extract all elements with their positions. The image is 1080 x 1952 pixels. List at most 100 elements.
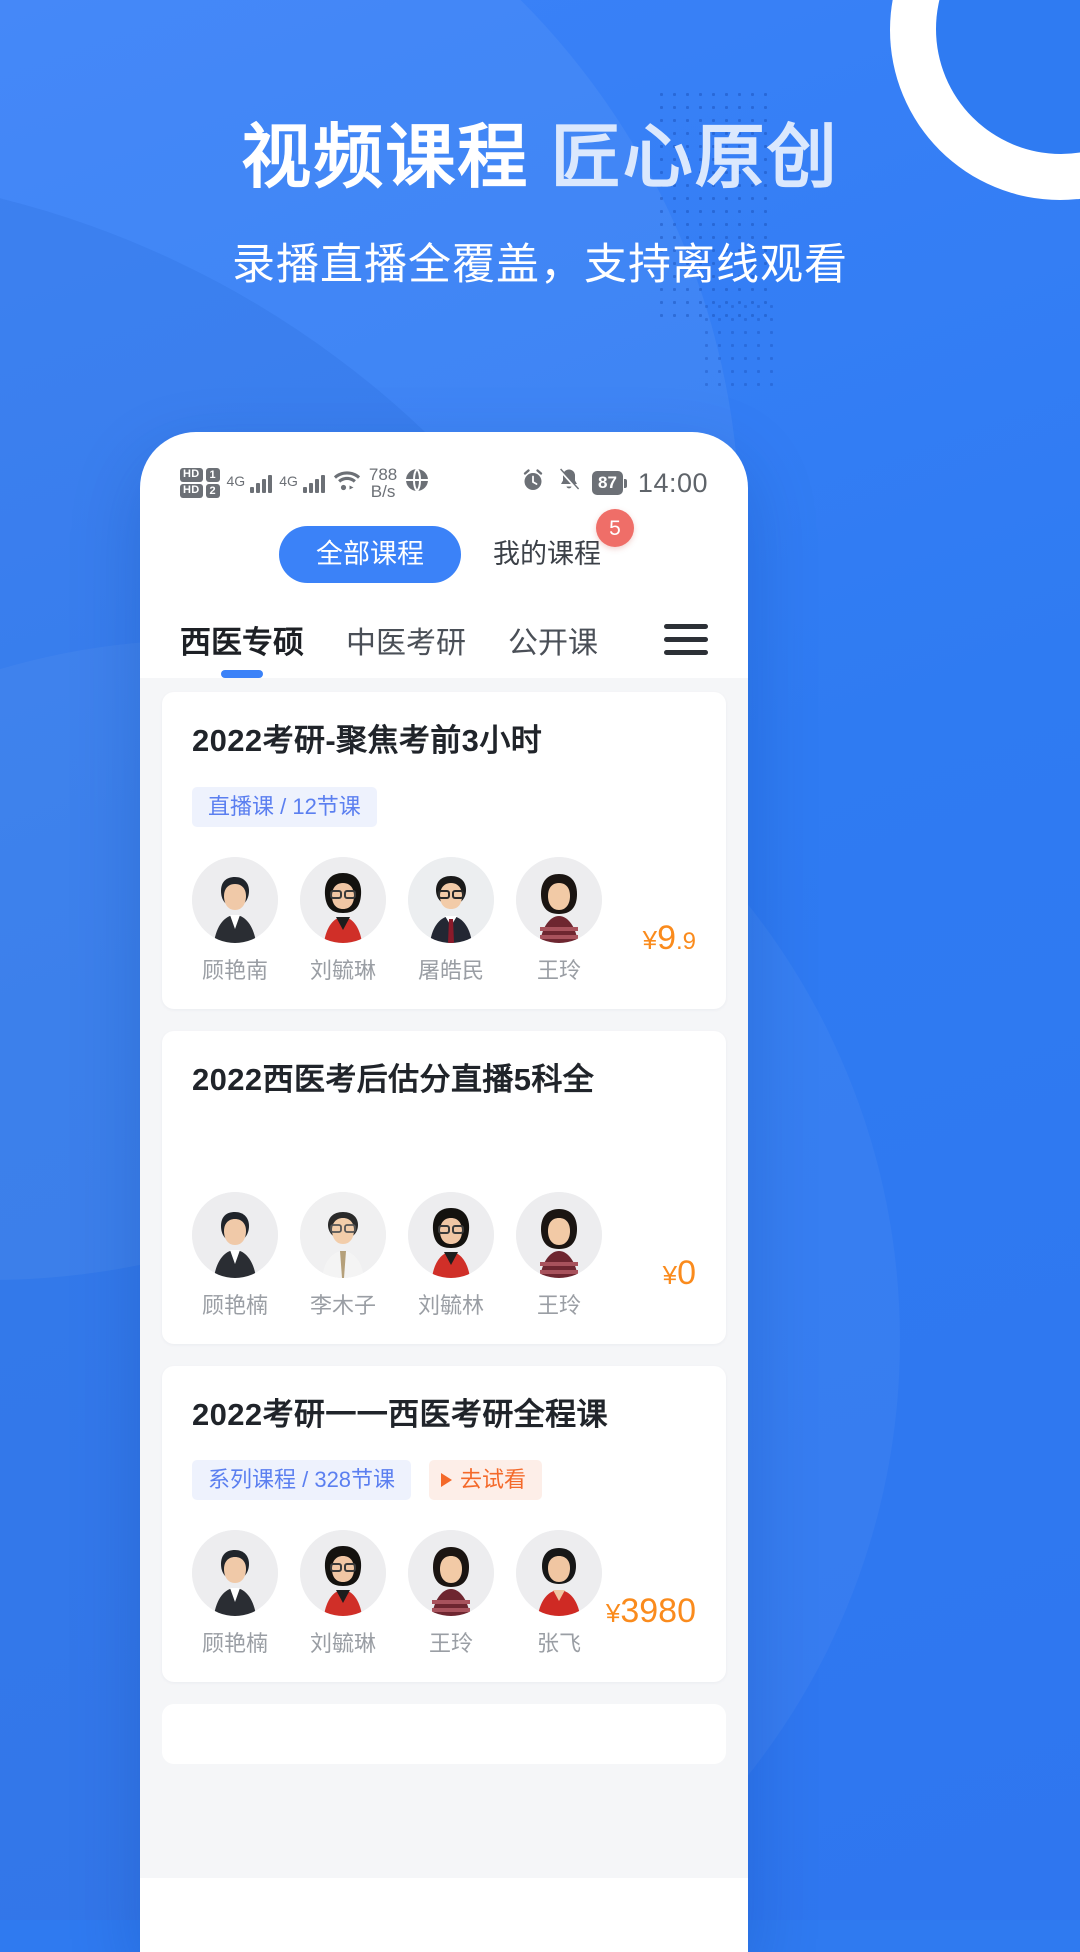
teacher-item[interactable]: 王玲 — [408, 1530, 494, 1658]
avatar — [408, 1191, 494, 1278]
hero-subtitle: 录播直播全覆盖，支持离线观看 — [232, 241, 848, 290]
teacher-name: 王玲 — [536, 957, 581, 983]
price-currency: ¥ — [605, 1598, 621, 1629]
hamburger-menu-icon[interactable] — [664, 624, 708, 671]
hd-label-2: HD — [180, 484, 203, 498]
teacher-name: 张飞 — [536, 1631, 581, 1657]
teacher-name: 李木子 — [309, 1292, 376, 1318]
avatar — [192, 1191, 278, 1278]
hero-copy: 视频课程 匠心原创 录播直播全覆盖，支持离线观看 — [0, 118, 1080, 292]
course-type-tag: 直播课 / 12节课 — [192, 786, 377, 827]
tab-all-courses[interactable]: 全部课程 — [279, 526, 461, 583]
teacher-list: 顾艳楠 刘毓琳 王玲 张飞 — [192, 1530, 602, 1658]
teacher-item[interactable]: 顾艳楠 — [192, 1530, 278, 1658]
signal-group-1: 4G — [227, 473, 273, 493]
signal-bars-icon-1 — [250, 473, 273, 493]
signal-bars-icon-2 — [302, 473, 325, 493]
phone-mockup: HD 1 HD 2 4G 4G 788 B/s 87 14:00 全部课程 我的… — [140, 432, 748, 1952]
course-type-tag: 系列课程 / 328节课 — [192, 1460, 412, 1501]
teacher-name: 顾艳楠 — [201, 1631, 268, 1657]
price-amount: 3980 — [620, 1592, 696, 1631]
teacher-item[interactable]: 顾艳楠 — [192, 1191, 278, 1320]
course-card[interactable]: 2022西医考后估分直播5科全 顾艳楠 李木子 刘毓林 王玲 ¥0 — [162, 1030, 726, 1344]
teacher-item[interactable]: 顾艳南 — [192, 856, 278, 985]
avatar — [516, 1530, 602, 1617]
teacher-item[interactable]: 刘毓林 — [408, 1191, 494, 1320]
course-tag-row: 直播课 / 12节课 — [192, 786, 696, 827]
course-price: ¥3980 — [606, 1594, 696, 1658]
teacher-item[interactable]: 王玲 — [516, 856, 602, 985]
course-card[interactable]: 2022考研一一西医考研全程课 系列课程 / 328节课 去试看 顾艳楠 刘毓琳… — [162, 1365, 726, 1683]
avatar — [408, 856, 494, 943]
price-amount: 0 — [677, 1253, 696, 1292]
course-title: 2022考研-聚焦考前3小时 — [192, 723, 543, 758]
globe-icon — [404, 467, 430, 499]
signal-group-2: 4G — [279, 473, 325, 493]
course-card-footer: 顾艳南 刘毓琳 屠皓民 王玲 ¥9.9 — [192, 856, 696, 985]
hero-title-primary: 视频课程 — [241, 118, 530, 196]
battery-level-text: 87 — [592, 470, 623, 496]
teacher-name: 屠皓民 — [417, 957, 484, 983]
segmented-tabs: 全部课程 我的课程 5 — [140, 509, 748, 595]
avatar — [192, 856, 278, 943]
tab-my-courses[interactable]: 我的课程 5 — [485, 509, 634, 583]
tab-my-courses-label: 我的课程 — [493, 539, 601, 569]
my-courses-badge: 5 — [596, 509, 634, 547]
teacher-item[interactable]: 张飞 — [516, 1530, 602, 1658]
category-tab-public-class[interactable]: 公开课 — [508, 618, 598, 678]
network-speed-value: 788 — [368, 465, 398, 484]
category-tab-chinese-medicine[interactable]: 中医考研 — [346, 618, 466, 678]
course-price: ¥9.9 — [643, 921, 696, 985]
teacher-item[interactable]: 李木子 — [300, 1191, 386, 1320]
page-title: 视频课程 匠心原创 — [0, 118, 1080, 196]
course-card-partial[interactable] — [162, 1704, 726, 1765]
course-price: ¥0 — [663, 1256, 696, 1320]
alarm-clock-icon — [520, 467, 546, 499]
network-speed-indicator: 788 B/s — [369, 466, 397, 500]
avatar — [300, 856, 386, 943]
course-list[interactable]: 2022考研-聚焦考前3小时 直播课 / 12节课 顾艳南 刘毓琳 屠皓民 王玲… — [140, 678, 748, 1878]
course-tag-row — [192, 1126, 696, 1162]
price-decimal: .9 — [675, 927, 696, 955]
avatar — [192, 1530, 278, 1617]
sim-1-label: 1 — [205, 468, 220, 482]
course-tag-row: 系列课程 / 328节课 去试看 — [192, 1460, 696, 1501]
play-triangle-icon — [441, 1473, 453, 1488]
teacher-name: 顾艳楠 — [201, 1292, 268, 1318]
teacher-list: 顾艳南 刘毓琳 屠皓民 王玲 — [192, 856, 602, 985]
battery-icon: 87 — [592, 470, 627, 496]
teacher-name: 刘毓林 — [417, 1292, 484, 1318]
category-nav: 西医专硕 中医考研 公开课 — [140, 595, 748, 678]
wifi-icon — [332, 468, 362, 498]
teacher-item[interactable]: 王玲 — [516, 1191, 602, 1320]
bell-muted-icon — [557, 467, 581, 499]
price-amount: 9 — [657, 918, 676, 957]
status-bar-right: 87 14:00 — [520, 467, 708, 499]
course-title: 2022考研一一西医考研全程课 — [192, 1396, 608, 1432]
avatar — [516, 1191, 602, 1278]
teacher-item[interactable]: 刘毓琳 — [300, 856, 386, 985]
dot-grid-decoration-bottom — [700, 300, 778, 388]
course-title: 2022西医考后估分直播5科全 — [192, 1061, 595, 1097]
teacher-item[interactable]: 屠皓民 — [408, 856, 494, 985]
avatar — [300, 1530, 386, 1617]
sim-2-label: 2 — [205, 484, 220, 498]
price-currency: ¥ — [662, 1259, 678, 1290]
course-card-footer: 顾艳楠 李木子 刘毓林 王玲 ¥0 — [192, 1191, 696, 1320]
volte-hd-icon: HD 1 HD 2 — [180, 468, 220, 498]
status-bar-clock: 14:00 — [637, 467, 708, 498]
category-tab-western-medicine[interactable]: 西医专硕 — [180, 617, 304, 678]
course-card[interactable]: 2022考研-聚焦考前3小时 直播课 / 12节课 顾艳南 刘毓琳 屠皓民 王玲… — [162, 692, 726, 1009]
avatar — [300, 1191, 386, 1278]
teacher-name: 顾艳南 — [201, 957, 268, 983]
price-currency: ¥ — [642, 924, 658, 955]
battery-tip — [623, 478, 627, 488]
teacher-name: 刘毓琳 — [309, 1631, 376, 1657]
try-watch-button[interactable]: 去试看 — [429, 1460, 543, 1501]
try-watch-label: 去试看 — [460, 1467, 527, 1493]
network-type-1: 4G — [226, 473, 246, 489]
teacher-name: 王玲 — [536, 1292, 581, 1318]
avatar — [408, 1530, 494, 1617]
teacher-item[interactable]: 刘毓琳 — [300, 1530, 386, 1658]
teacher-name: 王玲 — [428, 1631, 473, 1657]
